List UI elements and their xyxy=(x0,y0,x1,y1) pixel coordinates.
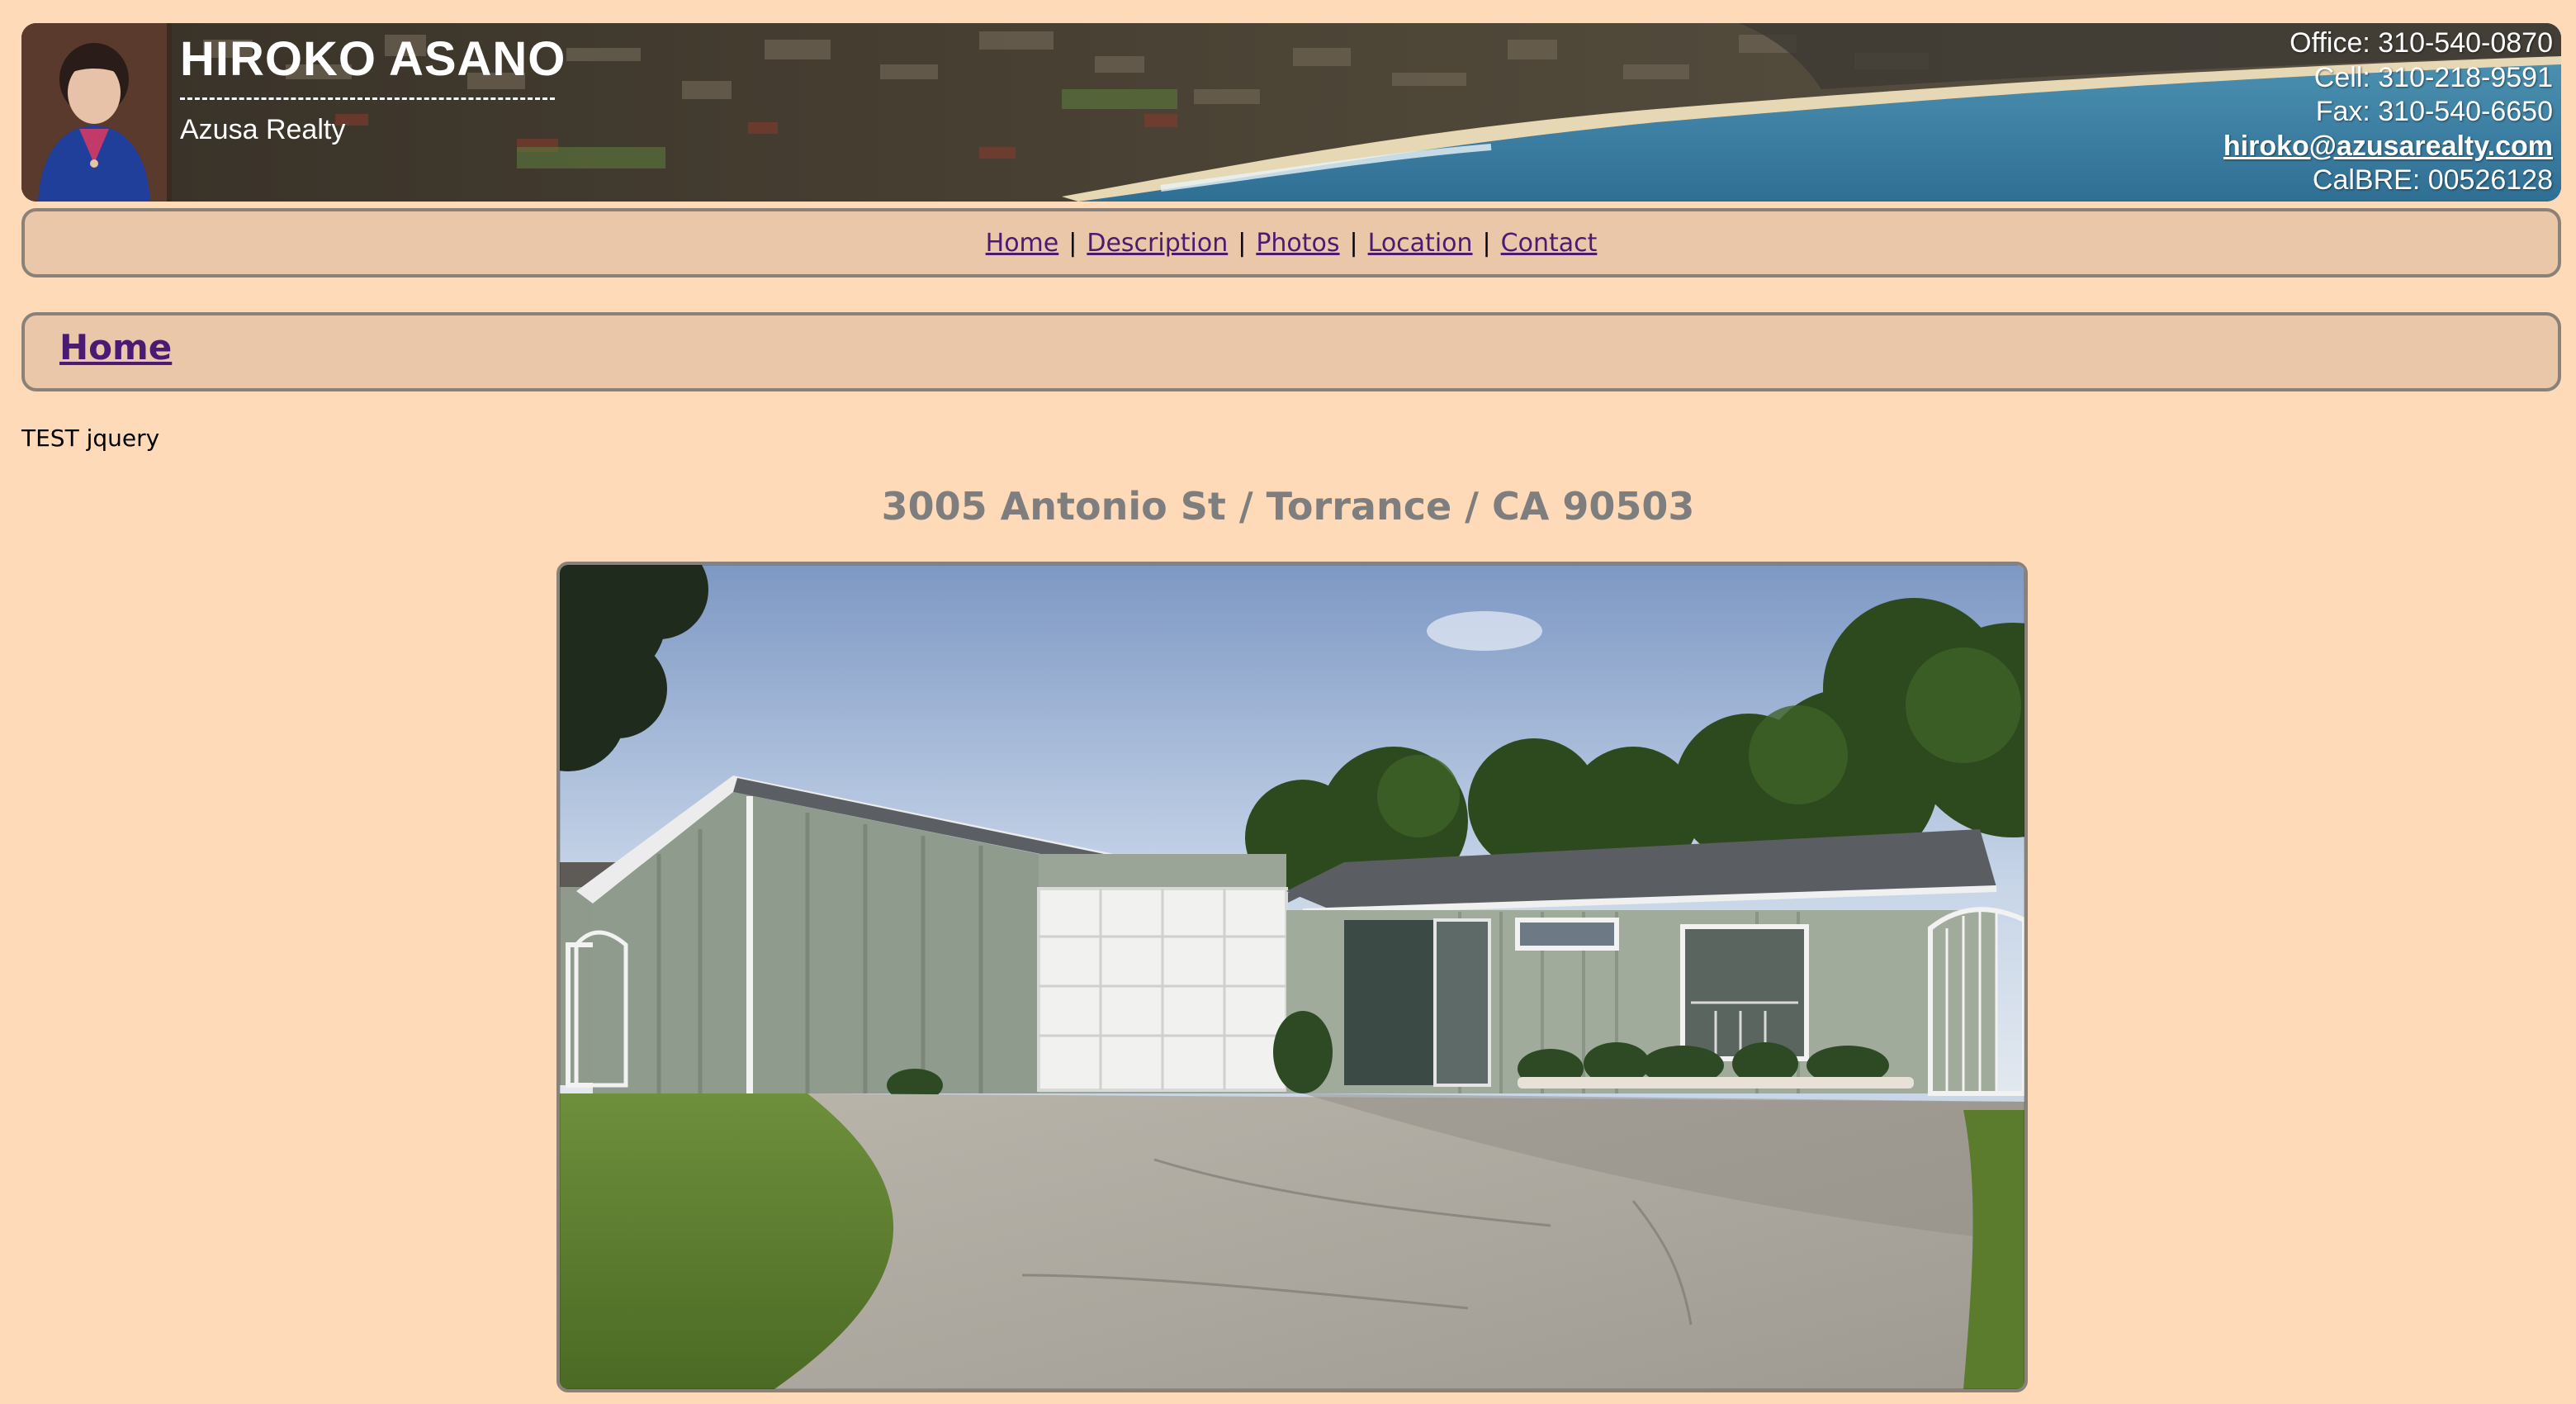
nav-link-location[interactable]: Location xyxy=(1368,229,1473,258)
nav-separator: | xyxy=(1349,228,1358,258)
nav-separator: | xyxy=(1482,228,1491,258)
house-image xyxy=(560,565,2024,1389)
fax-number: Fax: 310-540-6650 xyxy=(2315,96,2553,127)
property-address: 3005 Antonio St / Torrance / CA 90503 xyxy=(881,484,1695,529)
portrait-image xyxy=(21,23,167,202)
nav-link-description[interactable]: Description xyxy=(1087,229,1228,258)
agent-name: HIROKO ASANO xyxy=(180,32,566,86)
name-divider xyxy=(180,97,555,100)
test-text: TEST jquery xyxy=(21,425,160,452)
main-nav: Home | Description | Photos | Location |… xyxy=(21,208,2561,277)
nav-separator: | xyxy=(1238,228,1247,258)
nav-link-home[interactable]: Home xyxy=(986,229,1059,258)
nav-link-photos[interactable]: Photos xyxy=(1256,229,1339,258)
cell-phone: Cell: 310-218-9591 xyxy=(2313,61,2553,93)
property-photo xyxy=(556,562,2028,1392)
office-phone: Office: 310-540-0870 xyxy=(2290,27,2553,59)
agent-portrait xyxy=(21,23,172,202)
contact-info: Office: 310-540-0870 Cell: 310-218-9591 … xyxy=(2223,26,2553,198)
nav-link-contact[interactable]: Contact xyxy=(1501,229,1598,258)
company-name: Azusa Realty xyxy=(180,114,346,145)
header-banner: HIROKO ASANO Azusa Realty Office: 310-54… xyxy=(21,23,2561,202)
nav-separator: | xyxy=(1068,228,1077,258)
email-link[interactable]: hiroko@azusarealty.com xyxy=(2223,130,2553,162)
license-number: CalBRE: 00526128 xyxy=(2312,164,2553,196)
section-title-home[interactable]: Home xyxy=(59,327,172,368)
section-header: Home xyxy=(21,312,2561,391)
